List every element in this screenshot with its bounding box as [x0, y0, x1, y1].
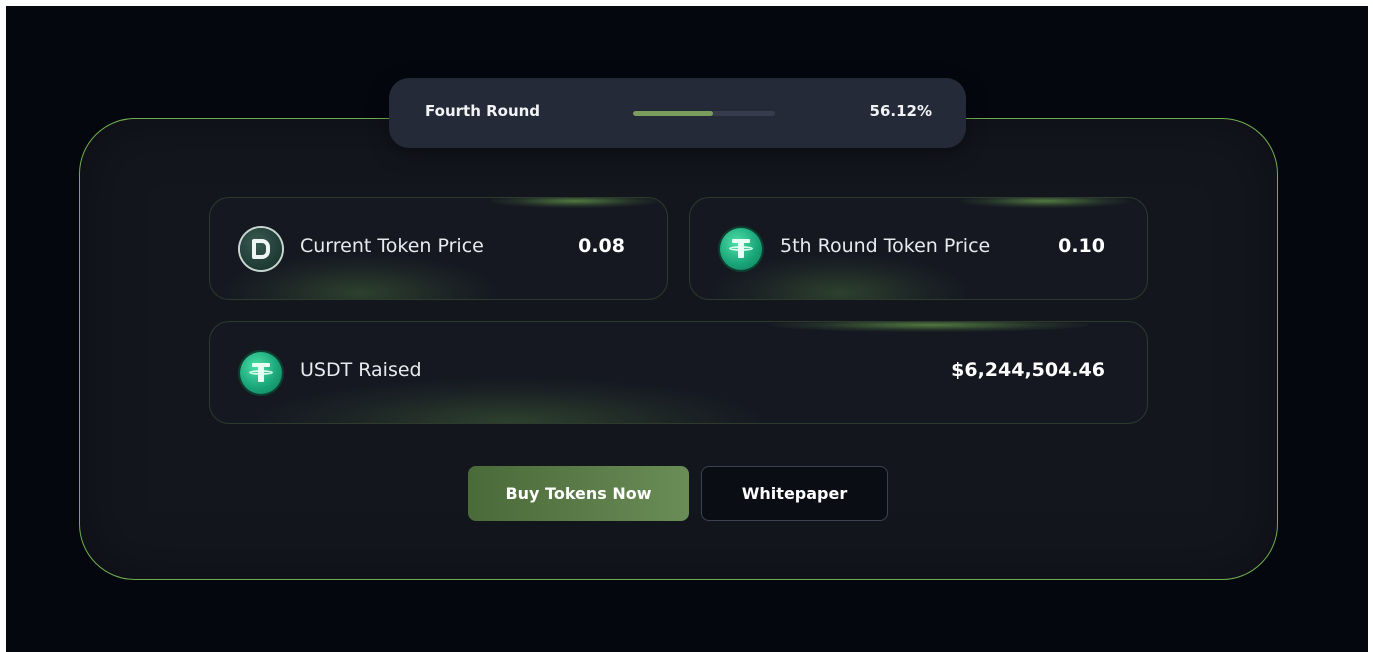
usdt-raised-value: $6,244,504.46	[951, 359, 1105, 381]
usdt-raised-label: USDT Raised	[300, 359, 422, 381]
next-round-token-price-value: 0.10	[1058, 235, 1105, 257]
round-progress-percent: 56.12%	[869, 102, 932, 120]
current-token-price-card: Current Token Price 0.08	[209, 197, 668, 300]
card-glow	[490, 198, 660, 208]
usdt-coin-icon	[240, 352, 282, 394]
next-round-token-price-card: 5th Round Token Price 0.10	[689, 197, 1148, 300]
current-token-price-value: 0.08	[578, 235, 625, 257]
round-progress-bar	[633, 111, 775, 116]
card-glow	[250, 377, 770, 423]
usdt-raised-card: USDT Raised $6,244,504.46	[209, 321, 1148, 424]
round-status-bar: Fourth Round 56.12%	[389, 78, 966, 148]
card-glow	[770, 322, 1090, 332]
card-glow	[960, 198, 1130, 208]
round-progress-fill	[633, 111, 713, 116]
dash-coin-icon	[240, 228, 282, 270]
whitepaper-button[interactable]: Whitepaper	[701, 466, 888, 521]
current-token-price-label: Current Token Price	[300, 235, 484, 257]
presale-stage: Fourth Round 56.12% Current Token Price …	[6, 6, 1368, 652]
usdt-coin-icon	[720, 228, 762, 270]
round-label: Fourth Round	[425, 102, 541, 120]
next-round-token-price-label: 5th Round Token Price	[780, 235, 991, 257]
buy-tokens-button[interactable]: Buy Tokens Now	[468, 466, 689, 521]
